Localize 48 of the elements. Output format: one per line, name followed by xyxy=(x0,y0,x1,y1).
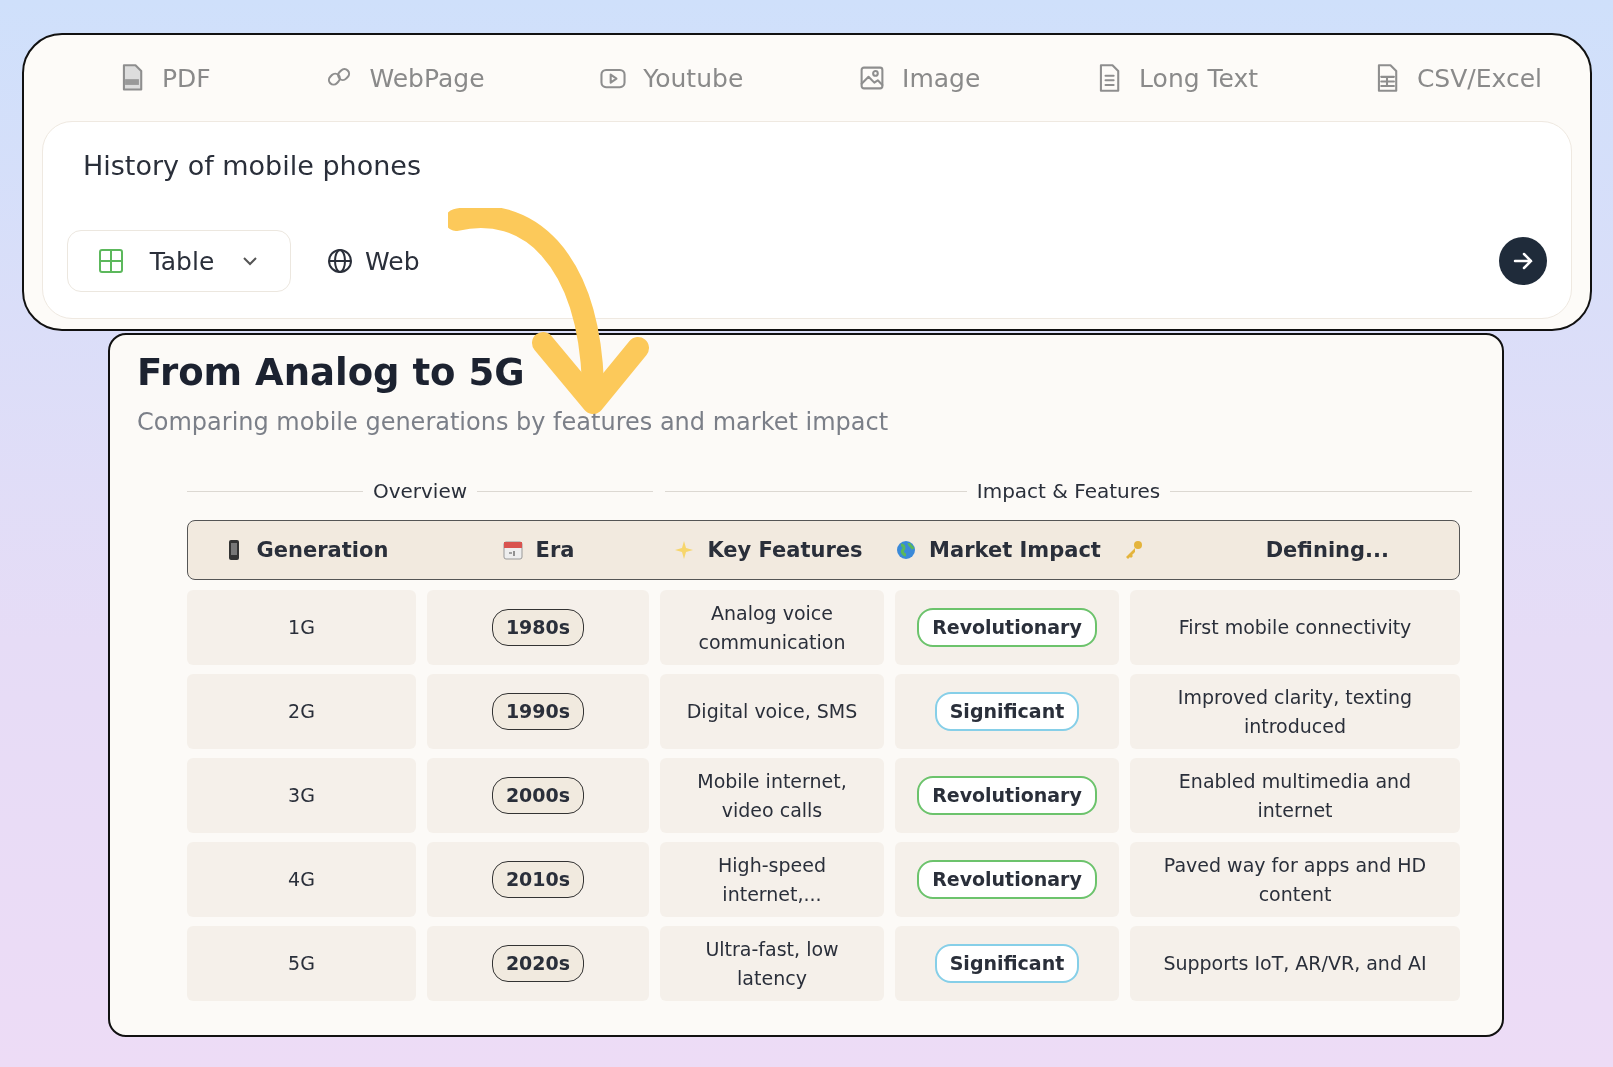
table-cell: 3G xyxy=(187,758,416,833)
table-cell: Mobile internet, video calls xyxy=(660,758,884,833)
impact-tag: Significant xyxy=(934,944,1080,983)
source-tab[interactable]: Youtube xyxy=(593,57,750,99)
table-icon xyxy=(98,248,124,274)
column-header: Defining... xyxy=(1265,538,1389,562)
table-cell: 5G xyxy=(187,926,416,1001)
web-toggle[interactable]: Web xyxy=(321,245,426,277)
result-title: From Analog to 5G xyxy=(137,351,526,394)
table-cell: Supports IoT, AR/VR, and AI xyxy=(1130,926,1460,1001)
source-tab[interactable]: WebPage xyxy=(319,57,491,99)
impact-tag: Revolutionary xyxy=(917,860,1097,899)
source-tab[interactable]: PDF xyxy=(112,57,217,99)
table-cell: First mobile connectivity xyxy=(1130,590,1460,665)
era-tag: 1980s xyxy=(491,609,585,646)
table-cell: 2G xyxy=(187,674,416,749)
table-cell: Analog voice communication xyxy=(660,590,884,665)
impact-tag: Revolutionary xyxy=(917,608,1097,647)
column-header: Generation xyxy=(256,538,389,562)
impact-tag: Revolutionary xyxy=(917,776,1097,815)
prompt-input[interactable]: History of mobile phones xyxy=(67,150,1547,210)
impact-tag: Significant xyxy=(934,692,1080,731)
table-cell: Digital voice, SMS xyxy=(660,674,884,749)
column-group-label: Impact & Features xyxy=(976,479,1161,503)
table-cell: Enabled multimedia and internet xyxy=(1130,758,1460,833)
send-button[interactable] xyxy=(1499,237,1547,285)
table-cell: Improved clarity, texting introduced xyxy=(1130,674,1460,749)
table-cell: High-speed internet,... xyxy=(660,842,884,917)
globe-icon xyxy=(327,248,353,274)
table-cell: Ultra-fast, low latency xyxy=(660,926,884,1001)
source-tab[interactable]: Long Text xyxy=(1089,57,1265,99)
table-cell: Paved way for apps and HD content xyxy=(1130,842,1460,917)
table-cell: 4G xyxy=(187,842,416,917)
table-cell: 1G xyxy=(187,590,416,665)
calendar-icon xyxy=(501,539,524,561)
source-tab[interactable]: CSV/Excel xyxy=(1366,57,1548,99)
column-header: Era xyxy=(535,538,575,562)
source-tab[interactable]: Image xyxy=(852,57,987,99)
era-tag: 2020s xyxy=(491,945,585,982)
column-group-label: Overview xyxy=(372,479,468,503)
result-subtitle: Comparing mobile generations by features and market impact xyxy=(137,408,890,436)
era-tag: 1990s xyxy=(491,693,585,730)
era-tag: 2000s xyxy=(491,777,585,814)
format-dropdown[interactable]: Table xyxy=(67,230,291,292)
globe-icon xyxy=(895,539,918,561)
era-tag: 2010s xyxy=(491,861,585,898)
column-header: Market Impact xyxy=(929,538,1101,562)
column-header: Key Features xyxy=(707,538,863,562)
